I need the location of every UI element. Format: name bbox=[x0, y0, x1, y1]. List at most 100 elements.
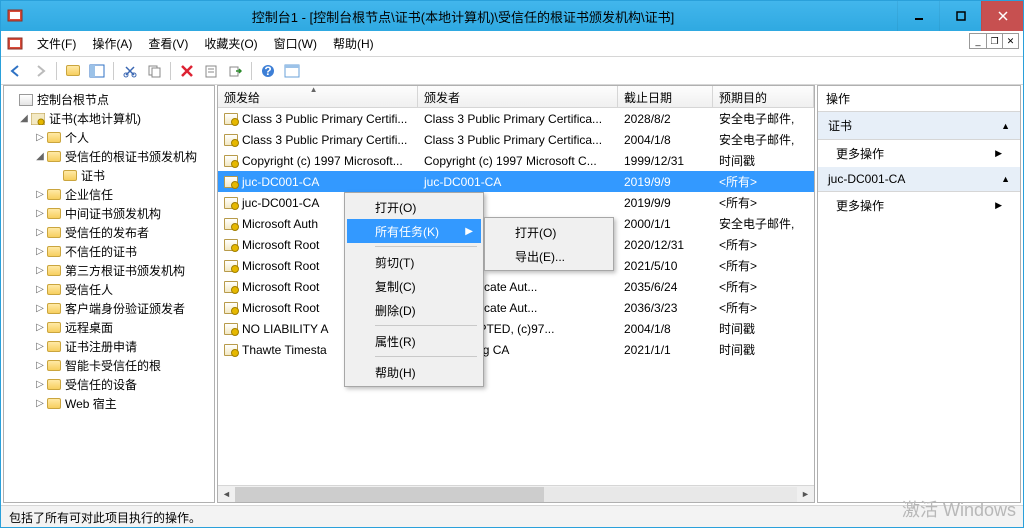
action-more-1[interactable]: 更多操作▶ bbox=[818, 140, 1020, 167]
ctx-copy[interactable]: 复制(C) bbox=[347, 274, 481, 298]
tree-remote-desktop[interactable]: 远程桌面 bbox=[65, 319, 113, 336]
tree-trusted-root[interactable]: 受信任的根证书颁发机构 bbox=[65, 148, 197, 165]
cell-purpose: <所有> bbox=[713, 257, 814, 274]
expand-icon[interactable]: ▷ bbox=[34, 265, 46, 276]
minimize-button[interactable] bbox=[897, 1, 939, 31]
ctx-properties[interactable]: 属性(R) bbox=[347, 329, 481, 353]
expand-icon[interactable]: ▷ bbox=[34, 189, 46, 200]
certificate-icon bbox=[224, 134, 238, 146]
export-button[interactable] bbox=[224, 60, 246, 82]
table-row[interactable]: juc-DC001-CA-CA2019/9/9<所有> bbox=[218, 192, 814, 213]
tree-web-hosting[interactable]: Web 宿主 bbox=[65, 395, 117, 412]
scroll-thumb[interactable] bbox=[235, 487, 544, 502]
table-row[interactable]: juc-DC001-CAjuc-DC001-CA2019/9/9<所有> bbox=[218, 171, 814, 192]
scroll-left[interactable]: ◄ bbox=[218, 489, 235, 499]
tree-root[interactable]: 控制台根节点 bbox=[37, 91, 109, 108]
menu-view[interactable]: 查看(V) bbox=[140, 32, 196, 55]
expand-icon[interactable]: ▷ bbox=[34, 246, 46, 257]
mdi-restore[interactable]: ❐ bbox=[986, 34, 1002, 48]
ctx-help[interactable]: 帮助(H) bbox=[347, 360, 481, 384]
scroll-right[interactable]: ► bbox=[797, 489, 814, 499]
menu-favorites[interactable]: 收藏夹(O) bbox=[196, 32, 265, 55]
forward-button[interactable] bbox=[29, 60, 51, 82]
tree-personal[interactable]: 个人 bbox=[65, 129, 89, 146]
tree-trusted-devices[interactable]: 受信任的设备 bbox=[65, 376, 137, 393]
tree-pane[interactable]: 控制台根节点 ◢ 证书(本地计算机) ▷ 个人 ◢ 受信任的根证书颁发机构 证书 ▷ 企… bbox=[3, 85, 215, 503]
ctx-delete[interactable]: 删除(D) bbox=[347, 298, 481, 322]
ctx-open[interactable]: 打开(O) bbox=[347, 195, 481, 219]
cell-issued-to: Microsoft Root bbox=[242, 238, 319, 252]
tree-intermediate-ca[interactable]: 中间证书颁发机构 bbox=[65, 205, 161, 222]
table-row[interactable]: Copyright (c) 1997 Microsoft...Copyright… bbox=[218, 150, 814, 171]
expand-icon[interactable]: ▷ bbox=[34, 379, 46, 390]
tree-trusted-publishers[interactable]: 受信任的发布者 bbox=[65, 224, 149, 241]
sub-export[interactable]: 导出(E)... bbox=[487, 244, 611, 268]
tree-certs-local[interactable]: 证书(本地计算机) bbox=[49, 110, 141, 127]
ctx-all-tasks[interactable]: 所有任务(K)▶ bbox=[347, 219, 481, 243]
menu-file[interactable]: 文件(F) bbox=[29, 32, 84, 55]
cert-store-icon bbox=[30, 112, 46, 126]
copy-button[interactable] bbox=[143, 60, 165, 82]
expand-icon[interactable]: ▷ bbox=[34, 227, 46, 238]
expand-icon[interactable]: ▷ bbox=[34, 303, 46, 314]
actions-section-certs[interactable]: 证书▲ bbox=[818, 112, 1020, 140]
tree-smart-card[interactable]: 智能卡受信任的根 bbox=[65, 357, 161, 374]
expand-icon[interactable]: ▷ bbox=[34, 398, 46, 409]
show-hide-tree-button[interactable] bbox=[86, 60, 108, 82]
ctx-cut[interactable]: 剪切(T) bbox=[347, 250, 481, 274]
col-expiration[interactable]: 截止日期 bbox=[618, 86, 713, 107]
menu-action[interactable]: 操作(A) bbox=[84, 32, 140, 55]
tree-enterprise-trust[interactable]: 企业信任 bbox=[65, 186, 113, 203]
refresh-button[interactable] bbox=[281, 60, 303, 82]
expand-icon[interactable]: ▷ bbox=[34, 208, 46, 219]
close-button[interactable] bbox=[981, 1, 1023, 31]
collapse-icon[interactable]: ▲ bbox=[1001, 121, 1010, 131]
delete-button[interactable] bbox=[176, 60, 198, 82]
table-row[interactable]: Thawte Timestamestamping CA2021/1/1时间戳 bbox=[218, 339, 814, 360]
collapse-icon[interactable]: ◢ bbox=[18, 113, 30, 124]
cell-expiration: 2036/3/23 bbox=[618, 301, 713, 315]
expand-icon[interactable]: ▷ bbox=[34, 132, 46, 143]
tree-cert-enrollment[interactable]: 证书注册申请 bbox=[65, 338, 137, 355]
col-issued-to[interactable]: 颁发给 bbox=[218, 86, 418, 107]
cell-issued-by: Class 3 Public Primary Certifica... bbox=[418, 133, 618, 147]
actions-section-selected[interactable]: juc-DC001-CA▲ bbox=[818, 167, 1020, 192]
table-row[interactable]: Class 3 Public Primary Certifi...Class 3… bbox=[218, 108, 814, 129]
titlebar[interactable]: 控制台1 - [控制台根节点\证书(本地计算机)\受信任的根证书颁发机构\证书] bbox=[1, 1, 1023, 31]
menu-window[interactable]: 窗口(W) bbox=[266, 32, 325, 55]
expand-icon[interactable]: ▷ bbox=[34, 322, 46, 333]
mdi-minimize[interactable]: _ bbox=[970, 34, 986, 48]
cut-button[interactable] bbox=[119, 60, 141, 82]
cell-issued-to: Microsoft Root bbox=[242, 259, 319, 273]
cell-purpose: <所有> bbox=[713, 299, 814, 316]
sub-open[interactable]: 打开(O) bbox=[487, 220, 611, 244]
horizontal-scrollbar[interactable]: ◄ ► bbox=[218, 485, 814, 502]
expand-icon[interactable]: ▷ bbox=[34, 360, 46, 371]
action-more-2[interactable]: 更多操作▶ bbox=[818, 192, 1020, 219]
table-row[interactable]: Microsoft RootRoot Certificate Aut...203… bbox=[218, 297, 814, 318]
expand-icon[interactable]: ▷ bbox=[34, 284, 46, 295]
tree-certificates[interactable]: 证书 bbox=[81, 167, 105, 184]
cell-issued-to: Microsoft Root bbox=[242, 280, 319, 294]
back-button[interactable] bbox=[5, 60, 27, 82]
list-body[interactable]: Class 3 Public Primary Certifi...Class 3… bbox=[218, 108, 814, 485]
collapse-icon[interactable]: ▲ bbox=[1001, 174, 1010, 184]
up-button[interactable] bbox=[62, 60, 84, 82]
tree-untrusted[interactable]: 不信任的证书 bbox=[65, 243, 137, 260]
certificate-icon bbox=[224, 218, 238, 230]
menu-help[interactable]: 帮助(H) bbox=[325, 32, 382, 55]
help-button[interactable]: ? bbox=[257, 60, 279, 82]
expand-icon[interactable]: ▷ bbox=[34, 341, 46, 352]
tree-third-party[interactable]: 第三方根证书颁发机构 bbox=[65, 262, 185, 279]
collapse-icon[interactable]: ◢ bbox=[34, 151, 46, 162]
maximize-button[interactable] bbox=[939, 1, 981, 31]
col-issued-by[interactable]: 颁发者 bbox=[418, 86, 618, 107]
table-row[interactable]: Class 3 Public Primary Certifi...Class 3… bbox=[218, 129, 814, 150]
tree-trusted-people[interactable]: 受信任人 bbox=[65, 281, 113, 298]
tree-client-auth[interactable]: 客户端身份验证颁发者 bbox=[65, 300, 185, 317]
table-row[interactable]: NO LIABILITY AITY ACCEPTED, (c)97...2004… bbox=[218, 318, 814, 339]
table-row[interactable]: Microsoft RootRoot Certificate Aut...203… bbox=[218, 276, 814, 297]
col-purpose[interactable]: 预期目的 bbox=[713, 86, 814, 107]
properties-button[interactable] bbox=[200, 60, 222, 82]
mdi-close[interactable]: ✕ bbox=[1002, 34, 1018, 48]
